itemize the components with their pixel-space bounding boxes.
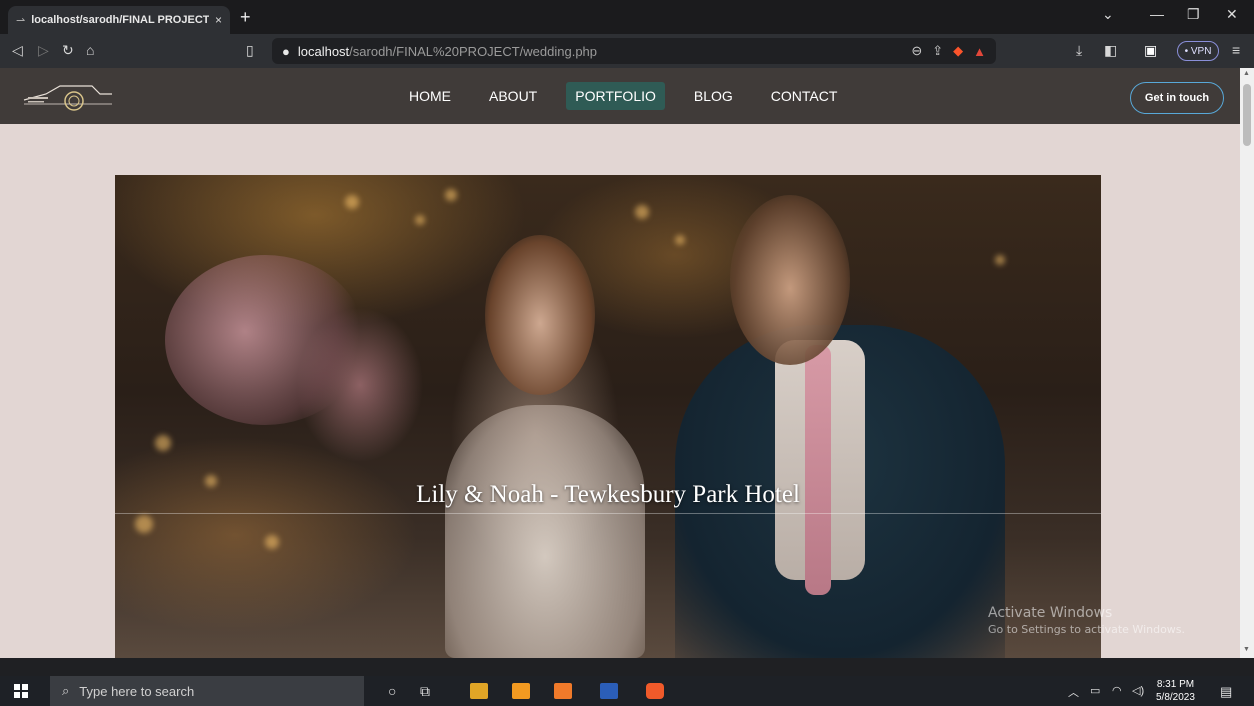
sidebar-icon[interactable]: ◧ bbox=[1104, 42, 1117, 58]
volume-icon[interactable]: ◁) bbox=[1132, 684, 1144, 697]
bokeh-light bbox=[155, 435, 171, 451]
taskbar-search[interactable]: ⌕ Type here to search bbox=[50, 676, 364, 706]
home-icon[interactable]: ⌂ bbox=[86, 42, 94, 58]
close-window-icon[interactable]: ✕ bbox=[1226, 6, 1238, 23]
bokeh-light bbox=[135, 515, 153, 533]
caption-divider bbox=[115, 513, 1101, 514]
cortana-icon[interactable]: ○ bbox=[388, 683, 396, 699]
downloads-icon[interactable]: ⤓ bbox=[1076, 42, 1082, 58]
bride-dress bbox=[445, 405, 645, 658]
new-tab-button[interactable]: + bbox=[240, 8, 251, 26]
word-icon[interactable] bbox=[600, 683, 618, 699]
url-host: localhost bbox=[297, 43, 350, 59]
watermark-title: Activate Windows bbox=[988, 605, 1113, 621]
wifi-icon[interactable]: ◠ bbox=[1112, 684, 1122, 697]
windows-start-icon[interactable] bbox=[14, 684, 28, 698]
groom-tie bbox=[805, 345, 831, 595]
battery-icon[interactable]: ▭ bbox=[1090, 684, 1100, 697]
minimize-icon[interactable]: — bbox=[1150, 6, 1164, 22]
file-explorer-icon[interactable] bbox=[470, 683, 488, 699]
scroll-down-icon[interactable]: ▼ bbox=[1243, 646, 1250, 653]
nav-contact[interactable]: CONTACT bbox=[762, 82, 847, 110]
scroll-up-icon[interactable]: ▲ bbox=[1243, 70, 1250, 77]
site-info-icon[interactable]: ● bbox=[282, 44, 290, 59]
page-scrollbar[interactable]: ▲ ▼ bbox=[1240, 68, 1254, 658]
notifications-icon[interactable]: ▤ bbox=[1220, 684, 1232, 700]
search-placeholder: Type here to search bbox=[79, 683, 195, 699]
clock-time: 8:31 PM bbox=[1156, 679, 1195, 690]
sublime-text-icon[interactable] bbox=[512, 683, 530, 699]
restore-icon[interactable]: ❐ bbox=[1187, 6, 1200, 23]
groom-figure bbox=[730, 195, 850, 365]
taskbar-clock[interactable]: 8:31 PM 5/8/2023 bbox=[1156, 678, 1195, 704]
task-view-icon[interactable]: ⧉ bbox=[420, 683, 430, 700]
wallet-icon[interactable]: ▣ bbox=[1144, 42, 1157, 58]
bokeh-light bbox=[995, 255, 1005, 265]
nav-portfolio[interactable]: PORTFOLIO bbox=[566, 82, 665, 110]
browser-tab[interactable]: ⇀ localhost/sarodh/FINAL PROJECT × bbox=[8, 6, 230, 34]
hero-image: Lily & Noah - Tewkesbury Park Hotel bbox=[115, 175, 1101, 658]
brave-shields-icon[interactable]: ◆ bbox=[953, 43, 963, 59]
bokeh-light bbox=[415, 215, 425, 225]
search-icon: ⌕ bbox=[62, 683, 70, 698]
bokeh-light bbox=[345, 195, 359, 209]
share-icon[interactable]: ⇪ bbox=[932, 43, 943, 59]
nav-about[interactable]: ABOUT bbox=[480, 82, 546, 110]
xampp-icon[interactable] bbox=[554, 683, 572, 699]
bride-figure bbox=[485, 235, 595, 395]
brave-browser-icon[interactable] bbox=[646, 683, 664, 699]
tab-close-icon[interactable]: × bbox=[215, 13, 222, 27]
watermark-subtitle: Go to Settings to activate Windows. bbox=[988, 623, 1186, 636]
site-navbar: HOME ABOUT PORTFOLIO BLOG CONTACT Get in… bbox=[0, 68, 1240, 124]
menu-icon[interactable]: ≡ bbox=[1232, 42, 1240, 58]
hero-caption: Lily & Noah - Tewkesbury Park Hotel bbox=[416, 481, 800, 508]
clock-date: 5/8/2023 bbox=[1156, 692, 1195, 703]
browser-tab-strip: ⇀ localhost/sarodh/FINAL PROJECT × + ⌄ —… bbox=[0, 0, 1254, 34]
bouquet bbox=[165, 255, 365, 425]
tab-title: localhost/sarodh/FINAL PROJECT bbox=[31, 14, 209, 26]
zoom-icon[interactable]: ⊖ bbox=[911, 43, 922, 59]
back-icon[interactable]: ◁ bbox=[12, 42, 23, 58]
nav-links: HOME ABOUT PORTFOLIO BLOG CONTACT bbox=[400, 68, 866, 124]
tray-chevron-icon[interactable]: ︿ bbox=[1068, 684, 1079, 700]
tab-favicon-icon: ⇀ bbox=[16, 14, 26, 27]
vpn-button[interactable]: • VPN bbox=[1177, 41, 1219, 61]
forward-icon[interactable]: ▷ bbox=[38, 42, 49, 58]
activate-windows-watermark: Activate Windows Go to Settings to activ… bbox=[988, 605, 1185, 636]
brave-rewards-icon[interactable]: ▲ bbox=[973, 44, 986, 59]
bokeh-light bbox=[445, 189, 457, 201]
nav-blog[interactable]: BLOG bbox=[685, 82, 742, 110]
nav-home[interactable]: HOME bbox=[400, 82, 460, 110]
bokeh-light bbox=[675, 235, 685, 245]
camera-logo-icon bbox=[23, 85, 112, 111]
tab-search-chevron-icon[interactable]: ⌄ bbox=[1102, 6, 1114, 23]
bokeh-light bbox=[265, 535, 279, 549]
bokeh-light bbox=[635, 205, 649, 219]
url-path: /sarodh/FINAL%20PROJECT/wedding.php bbox=[349, 43, 598, 59]
web-page: HOME ABOUT PORTFOLIO BLOG CONTACT Get in… bbox=[0, 68, 1240, 658]
scroll-thumb[interactable] bbox=[1243, 84, 1251, 146]
get-in-touch-button[interactable]: Get in touch bbox=[1130, 82, 1224, 114]
windows-taskbar: ⌕ Type here to search ○ ⧉ ︿ ▭ ◠ ◁) 8:31 … bbox=[0, 676, 1254, 706]
bookmark-icon[interactable]: ▯ bbox=[246, 42, 254, 58]
reload-icon[interactable]: ↻ bbox=[62, 42, 74, 58]
browser-toolbar: ◁ ▷ ↻ ⌂ ▯ ● localhost/sarodh/FINAL%20PRO… bbox=[0, 34, 1254, 68]
address-bar[interactable]: ● localhost/sarodh/FINAL%20PROJECT/weddi… bbox=[272, 38, 996, 64]
